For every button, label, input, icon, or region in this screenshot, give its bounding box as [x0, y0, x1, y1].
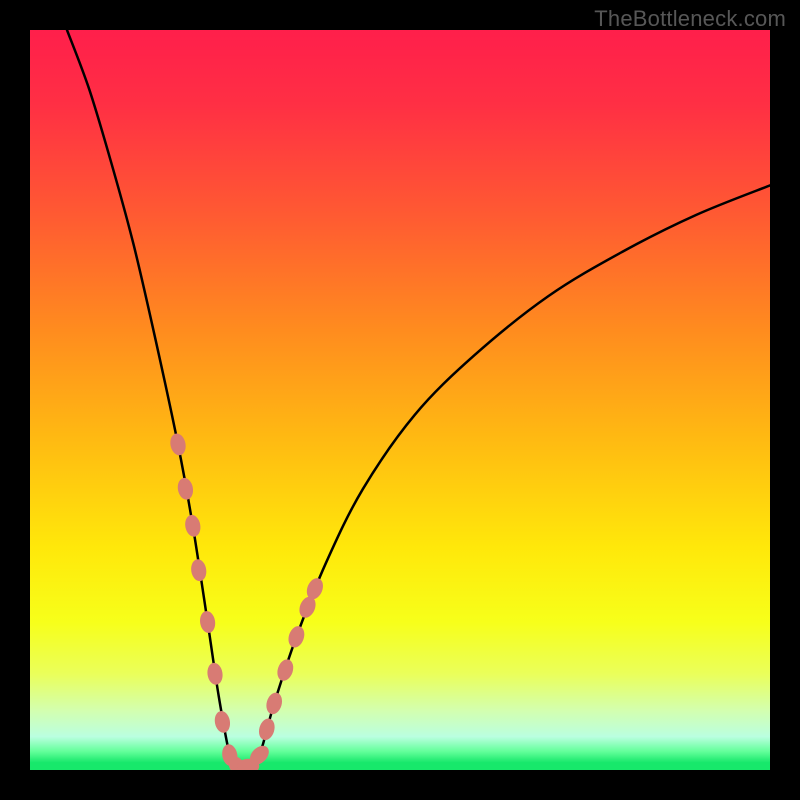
chart-frame: TheBottleneck.com	[0, 0, 800, 800]
bottleneck-chart	[30, 30, 770, 770]
watermark-text: TheBottleneck.com	[594, 6, 786, 32]
gradient-background	[30, 30, 770, 770]
plot-area	[30, 30, 770, 770]
